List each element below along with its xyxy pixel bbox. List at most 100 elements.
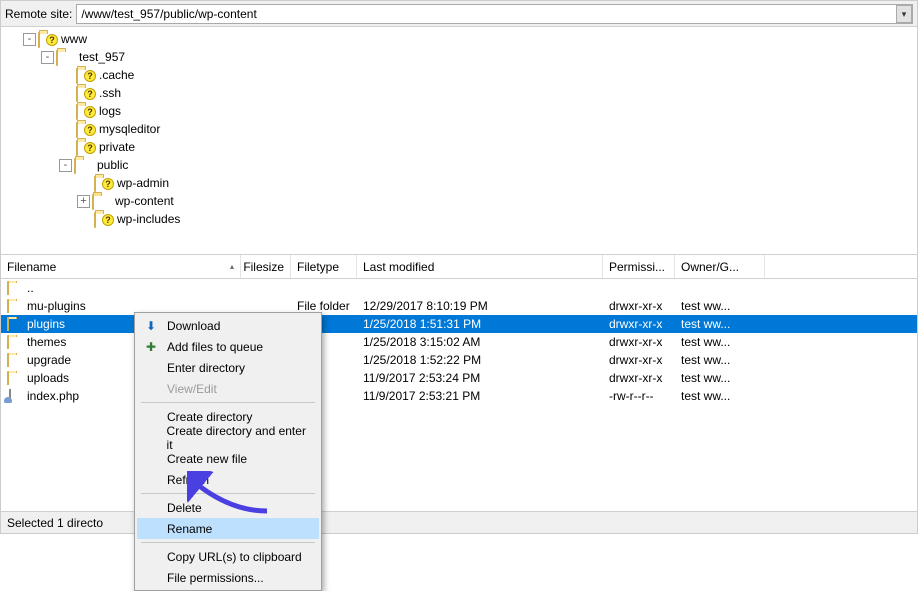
filename-label: mu-plugins bbox=[27, 299, 86, 313]
tree-item[interactable]: +wp-content bbox=[1, 192, 917, 210]
cell-modified: 12/29/2017 8:10:19 PM bbox=[357, 299, 603, 313]
filename-label: index.php bbox=[27, 389, 79, 403]
tree-item[interactable]: ?logs bbox=[1, 102, 917, 120]
cell-permissions: drwxr-xr-x bbox=[603, 299, 675, 313]
status-text: Selected 1 directo bbox=[7, 516, 103, 530]
unknown-status-icon: ? bbox=[46, 34, 58, 46]
menu-item-label: Create directory and enter it bbox=[167, 424, 311, 452]
cell-owner: test ww... bbox=[675, 371, 765, 385]
folder-icon bbox=[7, 353, 23, 367]
col-permissions[interactable]: Permissi... bbox=[603, 255, 675, 278]
menu-item-download[interactable]: ⬇Download bbox=[137, 315, 319, 336]
file-row[interactable]: .. bbox=[1, 279, 917, 297]
menu-item-add-files-to-queue[interactable]: ✚Add files to queue bbox=[137, 336, 319, 357]
tree-item[interactable]: ?.cache bbox=[1, 66, 917, 84]
folder-icon bbox=[7, 371, 23, 385]
menu-item-create-directory-and-enter-it[interactable]: Create directory and enter it bbox=[137, 427, 319, 448]
context-menu[interactable]: ⬇Download✚Add files to queue Enter direct… bbox=[134, 312, 322, 591]
menu-item-copy-url-s-to-clipboard[interactable]: Copy URL(s) to clipboard bbox=[137, 546, 319, 567]
blank-icon bbox=[143, 549, 159, 565]
menu-item-label: Copy URL(s) to clipboard bbox=[167, 550, 302, 564]
folder-icon bbox=[7, 299, 23, 313]
cell-permissions: drwxr-xr-x bbox=[603, 335, 675, 349]
unknown-status-icon: ? bbox=[84, 88, 96, 100]
tree-item-label: wp-includes bbox=[114, 211, 183, 227]
tree-item[interactable]: ?private bbox=[1, 138, 917, 156]
folder-icon: ? bbox=[38, 32, 54, 46]
blank-icon bbox=[143, 521, 159, 537]
tree-spacer bbox=[59, 123, 74, 136]
menu-item-label: Delete bbox=[167, 501, 202, 515]
menu-item-refresh[interactable]: Refresh bbox=[137, 469, 319, 490]
tree-spacer bbox=[77, 213, 92, 226]
cell-filetype: File folder bbox=[291, 299, 357, 313]
folder-icon: ? bbox=[76, 140, 92, 154]
menu-item-enter-directory[interactable]: Enter directory bbox=[137, 357, 319, 378]
folder-open-icon bbox=[92, 194, 108, 208]
menu-item-file-permissions[interactable]: File permissions... bbox=[137, 567, 319, 588]
cell-modified: 1/25/2018 3:15:02 AM bbox=[357, 335, 603, 349]
col-modified[interactable]: Last modified bbox=[357, 255, 603, 278]
remote-tree[interactable]: -?www-test_957?.cache?.ssh?logs?mysqledi… bbox=[1, 27, 917, 255]
menu-item-label: View/Edit bbox=[167, 382, 217, 396]
tree-item[interactable]: ?mysqleditor bbox=[1, 120, 917, 138]
folder-icon: ? bbox=[94, 176, 110, 190]
menu-item-label: Enter directory bbox=[167, 361, 245, 375]
filename-label: uploads bbox=[27, 371, 69, 385]
folder-icon: ? bbox=[76, 122, 92, 136]
tree-item[interactable]: -public bbox=[1, 156, 917, 174]
blank-icon bbox=[143, 570, 159, 586]
tree-spacer bbox=[59, 141, 74, 154]
blank-icon bbox=[143, 451, 159, 467]
tree-item-label: www bbox=[58, 31, 90, 47]
cell-permissions: drwxr-xr-x bbox=[603, 317, 675, 331]
folder-icon: ? bbox=[94, 212, 110, 226]
expand-icon[interactable]: + bbox=[77, 195, 90, 208]
collapse-icon[interactable]: - bbox=[41, 51, 54, 64]
col-owner[interactable]: Owner/G... bbox=[675, 255, 765, 278]
add-queue-icon: ✚ bbox=[143, 339, 159, 355]
collapse-icon[interactable]: - bbox=[59, 159, 72, 172]
menu-item-delete[interactable]: Delete bbox=[137, 497, 319, 518]
menu-separator bbox=[141, 493, 315, 494]
tree-item-label: logs bbox=[96, 103, 124, 119]
remote-site-input[interactable] bbox=[76, 4, 913, 24]
cell-modified: 1/25/2018 1:52:22 PM bbox=[357, 353, 603, 367]
menu-item-label: Create directory bbox=[167, 410, 252, 424]
file-list-header: Filename ▴ Filesize Filetype Last modifi… bbox=[1, 255, 917, 279]
menu-item-rename[interactable]: Rename bbox=[137, 518, 319, 539]
menu-item-label: Download bbox=[167, 319, 220, 333]
col-filesize[interactable]: Filesize bbox=[241, 255, 291, 278]
cell-permissions: drwxr-xr-x bbox=[603, 353, 675, 367]
cell-owner: test ww... bbox=[675, 299, 765, 313]
tree-item[interactable]: -test_957 bbox=[1, 48, 917, 66]
unknown-status-icon: ? bbox=[84, 124, 96, 136]
tree-item[interactable]: ?.ssh bbox=[1, 84, 917, 102]
collapse-icon[interactable]: - bbox=[23, 33, 36, 46]
tree-item[interactable]: -?www bbox=[1, 30, 917, 48]
blank-icon bbox=[143, 500, 159, 516]
folder-icon bbox=[7, 281, 23, 295]
cell-owner: test ww... bbox=[675, 389, 765, 403]
folder-icon: ? bbox=[76, 86, 92, 100]
tree-item[interactable]: ? wp-includes bbox=[1, 210, 917, 228]
unknown-status-icon: ? bbox=[84, 142, 96, 154]
folder-icon bbox=[56, 50, 72, 64]
blank-icon bbox=[143, 409, 159, 425]
tree-spacer bbox=[59, 87, 74, 100]
blank-icon bbox=[143, 381, 159, 397]
unknown-status-icon: ? bbox=[84, 106, 96, 118]
cell-permissions: drwxr-xr-x bbox=[603, 371, 675, 385]
folder-icon bbox=[7, 317, 23, 331]
tree-item[interactable]: ?wp-admin bbox=[1, 174, 917, 192]
unknown-status-icon: ? bbox=[102, 178, 114, 190]
filename-label: .. bbox=[27, 281, 34, 295]
tree-item-label: private bbox=[96, 139, 138, 155]
remote-site-bar: Remote site: ▾ bbox=[1, 1, 917, 27]
remote-site-dropdown[interactable]: ▾ bbox=[896, 5, 912, 23]
col-filetype[interactable]: Filetype bbox=[291, 255, 357, 278]
folder-icon: ? bbox=[76, 68, 92, 82]
sort-asc-icon: ▴ bbox=[230, 262, 234, 271]
col-filename[interactable]: Filename ▴ bbox=[1, 255, 241, 278]
cell-modified: 11/9/2017 2:53:24 PM bbox=[357, 371, 603, 385]
